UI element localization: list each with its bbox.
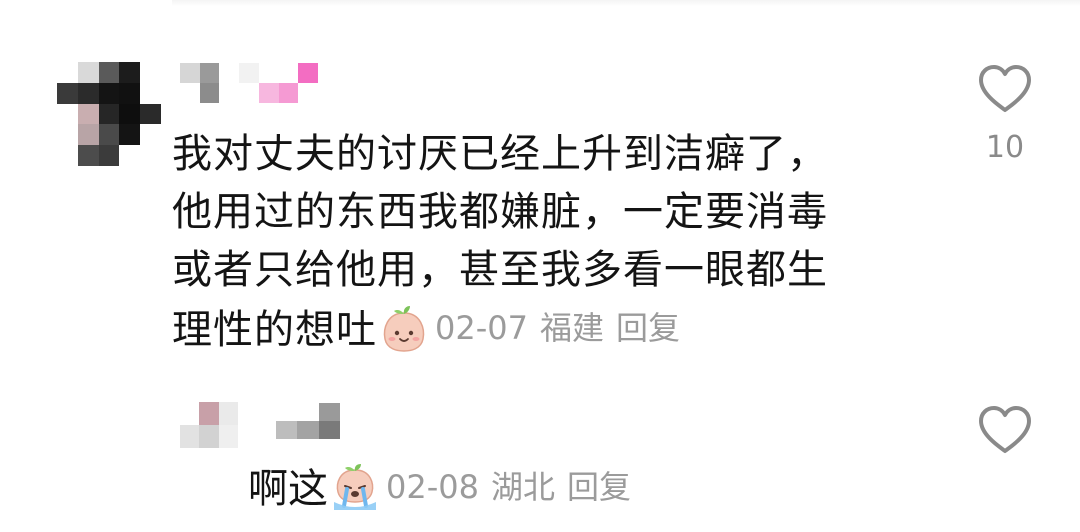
top-divider <box>172 0 1080 6</box>
reply-date: 02-08 <box>386 468 479 506</box>
peach-face-emoji <box>383 306 425 352</box>
peach-crying-emoji <box>334 464 376 510</box>
reply-body: 啊这 02-08 湖北 回复 <box>248 458 631 518</box>
comment-last-line: 理性的想吐 02-07 福建 回复 <box>172 299 932 359</box>
like-button[interactable]: 10 <box>970 64 1040 165</box>
comment-location: 福建 <box>539 309 604 347</box>
heart-outline-icon[interactable] <box>977 64 1033 114</box>
comment-line: 我对丈夫的讨厌已经上升到洁癖了， <box>172 131 828 177</box>
reply-button[interactable]: 回复 <box>616 309 680 347</box>
reply-avatar[interactable] <box>180 402 238 448</box>
reply-meta: 02-08 湖北 回复 <box>386 468 631 506</box>
avatar[interactable] <box>57 62 161 166</box>
comment-line: 他用过的东西我都嫌脏，一定要消毒 <box>172 189 828 235</box>
reply-username[interactable] <box>276 403 340 439</box>
comment-body: 我对丈夫的讨厌已经上升到洁癖了， 他用过的东西我都嫌脏，一定要消毒 或者只给他用… <box>172 125 932 359</box>
comment-meta: 02-07 福建 回复 <box>435 309 680 347</box>
reply-like-button[interactable] <box>970 405 1040 471</box>
username[interactable] <box>180 63 318 103</box>
like-count: 10 <box>985 130 1025 165</box>
reply-text: 啊这 <box>248 466 328 512</box>
comment-date: 02-07 <box>435 309 528 347</box>
heart-outline-icon[interactable] <box>977 405 1033 455</box>
comment-line: 理性的想吐 <box>172 307 377 353</box>
reply-reply-button[interactable]: 回复 <box>567 468 631 506</box>
reply-location: 湖北 <box>490 468 555 506</box>
comment-line: 或者只给他用，甚至我多看一眼都生 <box>172 247 828 293</box>
comment-thread: 我对丈夫的讨厌已经上升到洁癖了， 他用过的东西我都嫌脏，一定要消毒 或者只给他用… <box>0 0 1080 532</box>
